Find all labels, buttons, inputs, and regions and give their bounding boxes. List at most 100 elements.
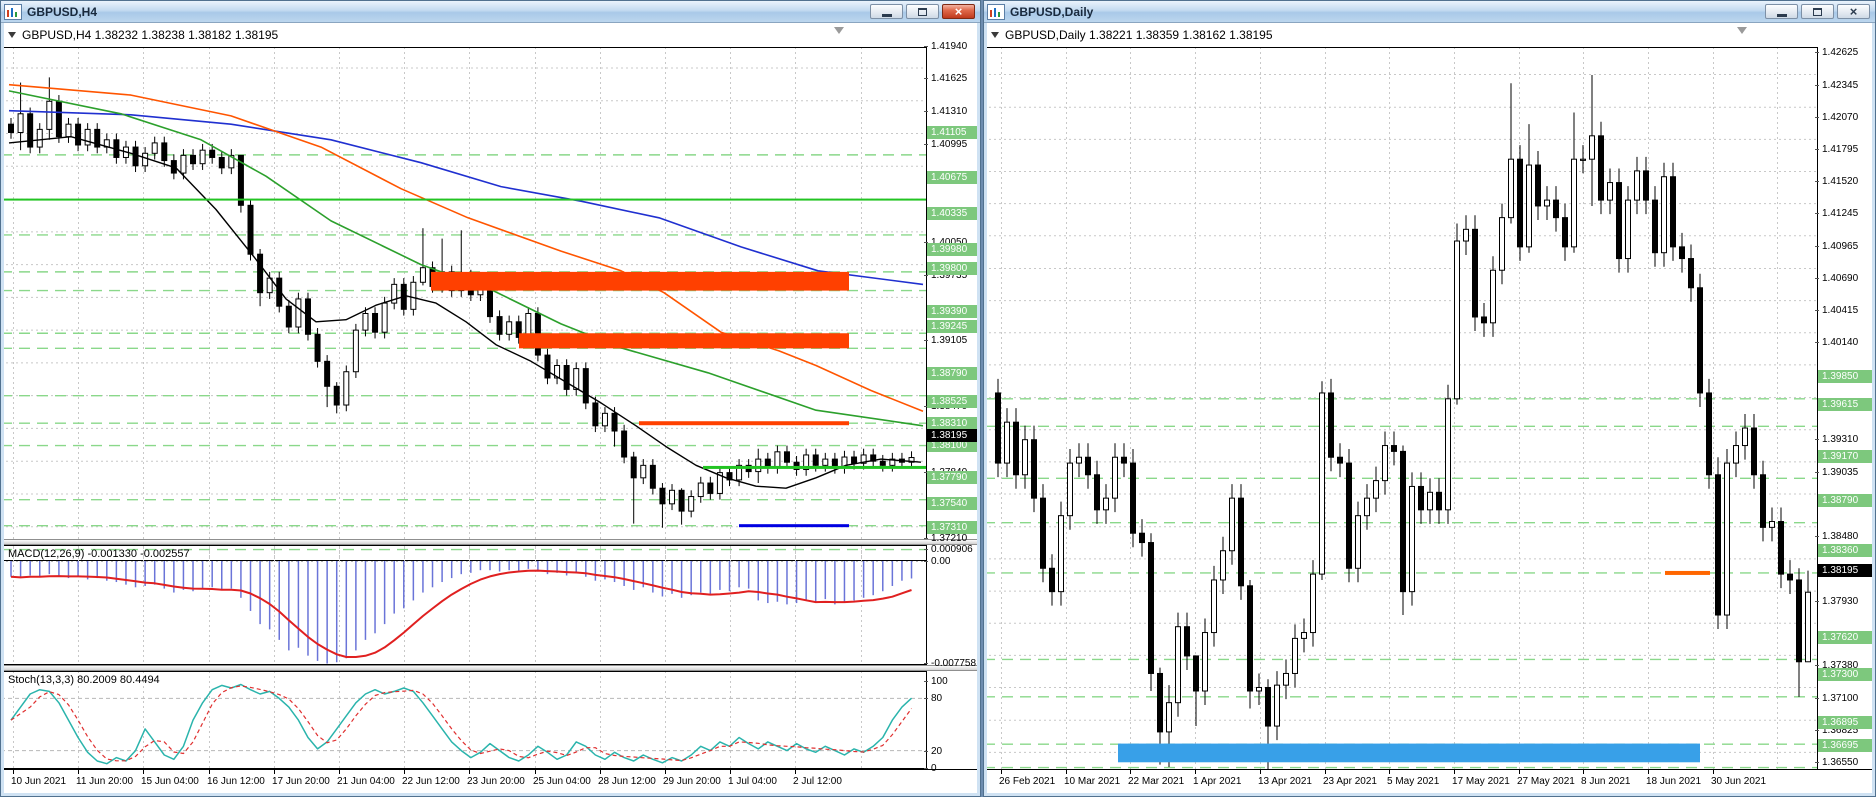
- panel-divider[interactable]: [1, 665, 980, 671]
- time-axis-label: 30 Jun 2021: [1711, 776, 1767, 787]
- window-frame-left: [1, 23, 4, 796]
- chart-window-gbpusd-daily[interactable]: GBPUSD,Daily × GBPUSD,Daily 1.38221 1.38…: [983, 0, 1876, 797]
- window-frame-bottom: [1, 793, 980, 796]
- ohlc-readout: GBPUSD,H4 1.38232 1.38238 1.38182 1.3819…: [22, 28, 279, 42]
- close-icon: ×: [954, 4, 963, 19]
- time-axis-label: 21 Jun 04:00: [337, 776, 395, 787]
- price-axis-label: 1.39245: [927, 319, 977, 333]
- time-axis-label: 18 Jun 2021: [1646, 776, 1702, 787]
- price-axis-label: 1.37930: [1815, 595, 1874, 608]
- chart-legend: GBPUSD,Daily 1.38221 1.38359 1.38162 1.3…: [991, 28, 1273, 42]
- time-axis-label: 22 Mar 2021: [1128, 776, 1185, 787]
- chart-icon: [987, 3, 1005, 20]
- time-axis-label: 5 May 2021: [1387, 776, 1440, 787]
- window-title: GBPUSD,H4: [27, 4, 98, 19]
- price-axis-label: 1.39980: [927, 243, 977, 257]
- time-axis-label: 10 Mar 2021: [1064, 776, 1121, 787]
- window-frame-right: [1872, 23, 1875, 796]
- window-frame-left: [984, 23, 987, 796]
- ohlc-readout: GBPUSD,Daily 1.38221 1.38359 1.38162 1.3…: [1005, 28, 1273, 42]
- price-axis-label: 1.38195: [927, 429, 977, 442]
- titlebar[interactable]: GBPUSD,H4 ×: [1, 1, 980, 23]
- time-axis-tick: [143, 770, 144, 774]
- time-axis-tick: [535, 770, 536, 774]
- price-axis-label: 1.39390: [927, 304, 977, 318]
- minimize-button[interactable]: [1765, 4, 1798, 19]
- price-axis-label: 1.41520: [1815, 175, 1874, 188]
- minimize-icon: [1776, 13, 1787, 17]
- restore-button[interactable]: [1801, 4, 1834, 19]
- macd-indicator-canvas[interactable]: [1, 545, 928, 665]
- time-axis-label: 25 Jun 04:00: [533, 776, 591, 787]
- time-axis-label: 22 Jun 12:00: [402, 776, 460, 787]
- time-axis-label: 1 Apr 2021: [1193, 776, 1242, 787]
- window-title: GBPUSD,Daily: [1010, 4, 1094, 19]
- price-axis-label: 1.42625: [1815, 46, 1874, 59]
- restore-icon: [1813, 7, 1822, 16]
- chevron-down-icon: [8, 32, 16, 38]
- indicator-axis-label: 0.00: [924, 555, 977, 568]
- close-button[interactable]: ×: [942, 4, 975, 19]
- price-chart-canvas[interactable]: [984, 47, 1819, 791]
- time-axis-label: 28 Jun 12:00: [598, 776, 656, 787]
- time-axis-tick: [1519, 770, 1520, 774]
- close-button[interactable]: ×: [1837, 4, 1870, 19]
- chart-window-gbpusd-h4[interactable]: GBPUSD,H4 × GBPUSD,H4 1.38232 1.38238 1.…: [0, 0, 981, 797]
- time-axis-tick: [1195, 770, 1196, 774]
- price-axis-label: 1.37310: [927, 521, 977, 535]
- chart-shift-icon: [834, 27, 844, 34]
- price-axis-label: 1.40965: [1815, 240, 1874, 253]
- price-axis-label: 1.37540: [927, 497, 977, 511]
- chart-area-h4[interactable]: GBPUSD,H4 1.38232 1.38238 1.38182 1.3819…: [1, 23, 980, 796]
- price-axis-label: 1.40415: [1815, 304, 1874, 317]
- time-axis-label: 17 May 2021: [1452, 776, 1510, 787]
- time-axis-tick: [1389, 770, 1390, 774]
- price-axis-label: 1.39850: [1818, 370, 1874, 384]
- time-axis-tick: [600, 770, 601, 774]
- time-axis-tick: [1001, 770, 1002, 774]
- price-axis-label: 1.36695: [1818, 739, 1874, 752]
- indicator-axis-label: 100: [924, 675, 977, 688]
- price-axis-label: 1.38480: [1815, 530, 1874, 543]
- chart-shift-icon: [1737, 27, 1747, 34]
- time-axis-tick: [1648, 770, 1649, 774]
- chart-icon: [4, 3, 22, 20]
- time-axis-tick: [1713, 770, 1714, 774]
- price-axis-label: 1.41105: [927, 126, 977, 140]
- time-axis-tick: [1066, 770, 1067, 774]
- time-axis-tick: [1260, 770, 1261, 774]
- price-axis-label: 1.38525: [927, 394, 977, 408]
- titlebar[interactable]: GBPUSD,Daily ×: [984, 1, 1875, 23]
- time-axis-label: 17 Jun 20:00: [272, 776, 330, 787]
- time-axis-label: 2 Jul 12:00: [793, 776, 842, 787]
- restore-button[interactable]: [906, 4, 939, 19]
- indicator-axis-label: 20: [924, 745, 977, 758]
- price-chart-canvas[interactable]: [1, 47, 928, 561]
- time-axis-label: 15 Jun 04:00: [141, 776, 199, 787]
- time-axis-label: 8 Jun 2021: [1581, 776, 1631, 787]
- restore-icon: [918, 7, 927, 16]
- metatrader-workspace: { "windows": [ {"title": "GBPUSD,H4", "l…: [0, 0, 1876, 797]
- chevron-down-icon: [991, 32, 999, 38]
- price-axis-label: 1.39105: [924, 334, 977, 347]
- price-axis-label: 1.41940: [924, 40, 977, 53]
- price-axis-label: 1.39035: [1815, 466, 1874, 479]
- price-axis-label: 1.42345: [1815, 79, 1874, 92]
- price-axis-label: 1.40335: [927, 206, 977, 220]
- panel-divider[interactable]: [1, 539, 980, 545]
- price-axis-label: 1.39800: [927, 262, 977, 276]
- price-axis-label: 1.40675: [927, 171, 977, 185]
- time-axis-label: 27 May 2021: [1517, 776, 1575, 787]
- time-axis-label: 23 Apr 2021: [1323, 776, 1377, 787]
- indicator-axis-label: 80: [924, 692, 977, 705]
- chart-area-daily[interactable]: GBPUSD,Daily 1.38221 1.38359 1.38162 1.3…: [984, 23, 1875, 796]
- price-axis-label: 1.42070: [1815, 111, 1874, 124]
- minimize-button[interactable]: [870, 4, 903, 19]
- time-axis-label: 26 Feb 2021: [999, 776, 1056, 787]
- time-axis-label: 23 Jun 20:00: [467, 776, 525, 787]
- time-axis-tick: [1130, 770, 1131, 774]
- time-axis-tick: [1325, 770, 1326, 774]
- time-axis-tick: [795, 770, 796, 774]
- time-axis-label: 11 Jun 20:00: [76, 776, 134, 787]
- price-axis-label: 1.40690: [1815, 272, 1874, 285]
